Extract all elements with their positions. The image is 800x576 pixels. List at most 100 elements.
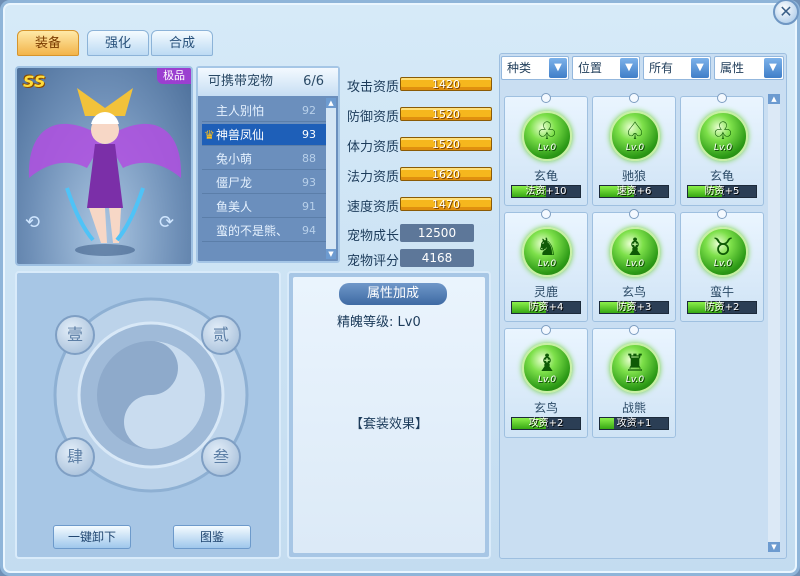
pet-list-count: 6/6 [303,74,324,89]
equip-slot-4[interactable]: 肆 [55,437,95,477]
tab-enhance[interactable]: 强化 [87,30,149,56]
stat-bar-speed: 1470 [400,197,492,211]
item-card[interactable]: ♉ Lv.0 蛮牛 防资+2 [680,209,764,322]
filter-type[interactable]: 种类 ▼ [501,56,569,80]
item-bonus: 防资+3 [616,302,652,313]
card-pin-icon [541,93,551,103]
item-orb: ♞ Lv.0 [522,227,572,277]
pet-list-item[interactable]: 兔小萌 88 [202,148,326,170]
pet-list-item[interactable]: 蛮的不是熊、 94 [202,220,326,242]
item-orb: ♧ Lv.0 [698,111,748,161]
card-pin-icon [541,209,551,219]
scroll-up-icon[interactable]: ▲ [326,98,336,108]
filter-label: 种类 [507,61,532,75]
equip-slot-1[interactable]: 壹 [55,315,95,355]
score-label: 宠物评分 [347,254,400,269]
stat-value: 1520 [432,108,460,121]
item-bonus-bar: 防资+4 [511,301,581,314]
stat-label-stamina: 体力资质 [347,140,400,155]
item-bonus-bar: 攻资+2 [511,417,581,430]
pet-level: 88 [302,152,316,165]
pet-name: 蛮的不是熊、 [216,224,289,238]
item-card[interactable]: ♧ Lv.0 玄龟 防资+5 [680,93,764,206]
pet-level: 92 [302,104,316,117]
growth-label: 宠物成长 [347,229,400,244]
scroll-down-icon[interactable]: ▼ [768,542,780,552]
equip-slots-panel: 壹 贰 肆 叁 一键卸下 图鉴 [15,271,281,559]
pet-figure [28,88,182,256]
item-bonus-bar: 攻资+1 [599,417,669,430]
stat-label-mana: 法力资质 [347,170,400,185]
item-name: 蛮牛 [709,285,734,299]
unequip-all-button[interactable]: 一键卸下 [53,525,131,549]
stat-label-defense: 防御资质 [347,110,400,125]
item-card[interactable]: ♝ Lv.0 玄鸟 防资+3 [592,209,676,322]
chevron-down-icon: ▼ [691,58,709,78]
filter-all[interactable]: 所有 ▼ [643,56,711,80]
turtle-icon: ♧ [712,117,734,145]
item-orb: ♧ Lv.0 [522,111,572,161]
item-bonus-bar: 速资+6 [599,185,669,198]
pet-list-title: 可携带宠物 [208,74,274,89]
filter-attribute[interactable]: 属性 ▼ [714,56,784,80]
scroll-up-icon[interactable]: ▲ [768,94,780,104]
attribute-bonus-title: 属性加成 [339,283,447,305]
item-card[interactable]: ♧ Lv.0 玄龟 法资+10 [504,93,588,206]
pet-name: 神兽凤仙 [216,128,265,142]
item-level: Lv.0 [537,143,557,153]
deer-icon: ♞ [536,233,558,261]
item-bonus: 攻资+1 [616,418,652,429]
filter-position[interactable]: 位置 ▼ [572,56,640,80]
item-card[interactable]: ♤ Lv.0 驰狼 速资+6 [592,93,676,206]
equip-slot-2[interactable]: 贰 [201,315,241,355]
tab-synthesize[interactable]: 合成 [151,30,213,56]
catalog-button[interactable]: 图鉴 [173,525,251,549]
item-card[interactable]: ♝ Lv.0 玄鸟 攻资+2 [504,325,588,438]
item-level: Lv.0 [625,375,645,385]
pet-name: 僵尸龙 [216,176,253,190]
item-name: 驰狼 [621,169,646,183]
pet-list-item[interactable]: 主人别怕 92 [202,100,326,122]
chevron-down-icon: ▼ [764,58,782,78]
close-button[interactable]: ✕ [773,0,799,25]
bird-icon: ♝ [624,233,646,261]
equip-slot-3[interactable]: 叁 [201,437,241,477]
pet-list-scrollbar[interactable]: ▲ ▼ [326,98,336,259]
inventory-scrollbar[interactable]: ▲ ▼ [768,94,780,552]
item-name: 玄龟 [709,169,734,183]
item-bonus: 防资+4 [528,302,564,313]
inventory-panel: 种类 ▼ 位置 ▼ 所有 ▼ 属性 ▼ ♧ Lv.0 玄龟 法资+10 ♤ Lv.0… [499,53,787,559]
wolf-icon: ♤ [624,117,646,145]
item-bonus: 防资+5 [704,186,740,197]
item-bonus-bar: 防资+3 [599,301,669,314]
rotate-right-icon[interactable]: ⟳ [159,212,183,233]
pet-list-item[interactable]: 鱼美人 91 [202,196,326,218]
attribute-bonus-content: 属性加成 精魄等级: Lv0 【套装效果】 [293,277,485,553]
card-pin-icon [629,209,639,219]
item-name: 玄鸟 [533,401,558,415]
item-bonus-bar: 防资+5 [687,185,757,198]
growth-value: 12500 [400,224,474,242]
pet-list-item[interactable]: 僵尸龙 93 [202,172,326,194]
item-bonus: 防资+2 [704,302,740,313]
item-orb: ♤ Lv.0 [610,111,660,161]
stat-value: 1620 [432,168,460,181]
pet-level: 94 [302,224,316,237]
bear-icon: ♜ [624,349,646,377]
tab-equip[interactable]: 装备 [17,30,79,56]
rotate-left-icon[interactable]: ⟲ [25,212,49,233]
item-orb: ♜ Lv.0 [610,343,660,393]
item-bonus: 攻资+2 [528,418,564,429]
item-bonus-bar: 法资+10 [511,185,581,198]
item-card[interactable]: ♞ Lv.0 灵鹿 防资+4 [504,209,588,322]
scroll-down-icon[interactable]: ▼ [326,249,336,259]
item-bonus: 速资+6 [616,186,652,197]
item-name: 灵鹿 [533,285,558,299]
crown-icon: ♛ [204,128,215,142]
stat-bar-stamina: 1520 [400,137,492,151]
pet-list-item-selected[interactable]: ♛ 神兽凤仙 93 [202,124,326,146]
stat-bar-attack: 1420 [400,77,492,91]
essence-level: 精魄等级: Lv0 [337,315,421,330]
item-card[interactable]: ♜ Lv.0 战熊 攻资+1 [592,325,676,438]
item-orb: ♉ Lv.0 [698,227,748,277]
